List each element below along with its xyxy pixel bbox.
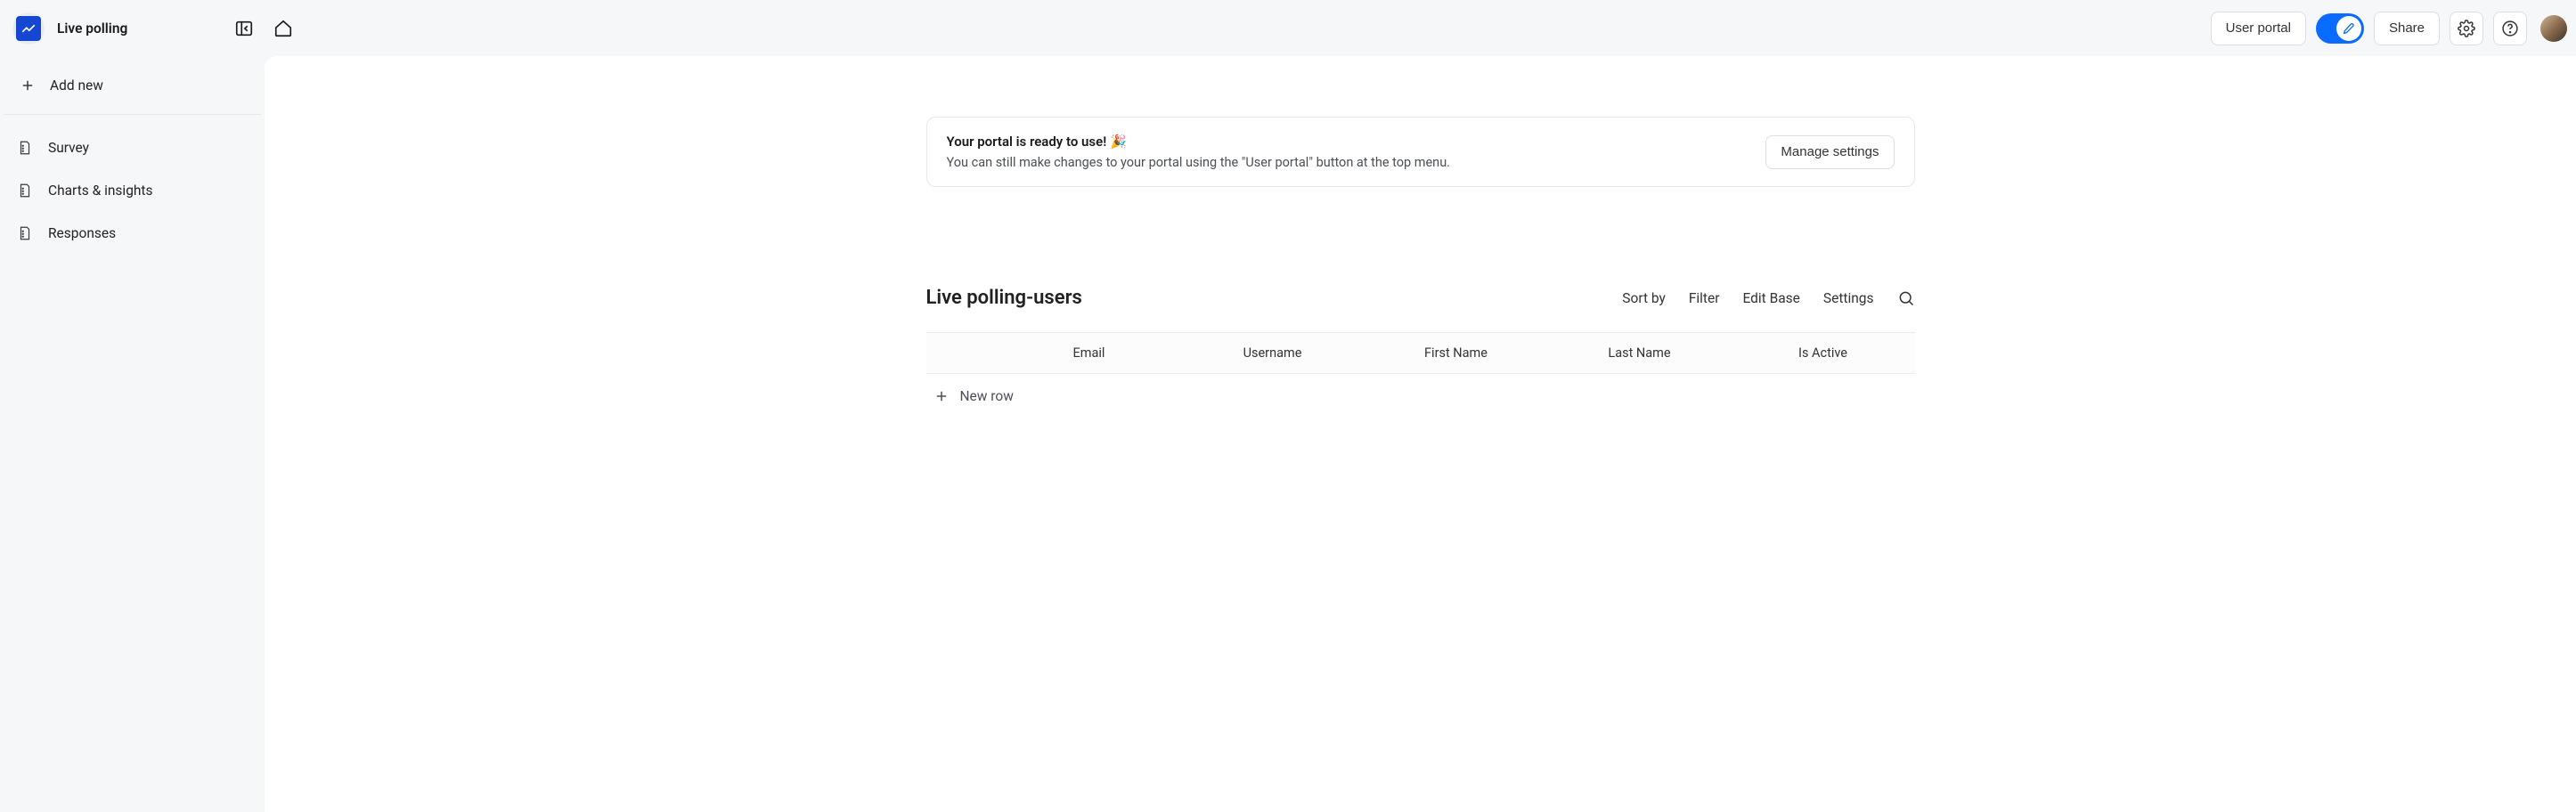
settings-button[interactable] bbox=[2450, 12, 2483, 45]
column-header[interactable]: Username bbox=[1181, 333, 1365, 373]
panel-left-close-icon bbox=[234, 19, 254, 38]
sidebar: Add new Survey bbox=[0, 56, 265, 812]
search-icon bbox=[1897, 289, 1915, 307]
sidebar-item-label: Survey bbox=[48, 140, 89, 156]
column-header[interactable]: First Name bbox=[1365, 333, 1548, 373]
banner-description: You can still make changes to your porta… bbox=[947, 155, 1749, 170]
document-icon bbox=[17, 182, 33, 199]
document-icon bbox=[17, 139, 33, 157]
manage-settings-button[interactable]: Manage settings bbox=[1765, 135, 1894, 169]
home-icon bbox=[273, 19, 293, 38]
topbar: Live polling User portal bbox=[0, 0, 2576, 56]
table-header-row: Email Username First Name Last Name Is A… bbox=[926, 332, 1915, 374]
app-icon bbox=[12, 12, 45, 45]
users-table: Email Username First Name Last Name Is A… bbox=[926, 332, 1915, 418]
sidebar-item-charts[interactable]: Charts & insights bbox=[4, 172, 261, 209]
manage-settings-label: Manage settings bbox=[1781, 144, 1879, 159]
user-portal-label: User portal bbox=[2226, 20, 2291, 36]
add-new-label: Add new bbox=[50, 77, 103, 93]
gear-icon bbox=[2458, 20, 2475, 37]
app-title: Live polling bbox=[57, 20, 127, 37]
document-icon bbox=[17, 224, 33, 242]
table-settings-action[interactable]: Settings bbox=[1823, 290, 1874, 306]
brand: Live polling bbox=[12, 12, 173, 45]
table-search-button[interactable] bbox=[1897, 289, 1915, 307]
edit-base-action[interactable]: Edit Base bbox=[1742, 290, 1799, 306]
collapse-sidebar-button[interactable] bbox=[228, 12, 260, 45]
banner-title: Your portal is ready to use! 🎉 bbox=[947, 134, 1749, 150]
avatar[interactable] bbox=[2540, 15, 2567, 42]
home-button[interactable] bbox=[267, 12, 299, 45]
table-title: Live polling-users bbox=[926, 287, 1623, 309]
main-panel: Your portal is ready to use! 🎉 You can s… bbox=[265, 56, 2576, 812]
column-header[interactable]: Last Name bbox=[1548, 333, 1732, 373]
sidebar-item-survey[interactable]: Survey bbox=[4, 129, 261, 166]
sort-by-action[interactable]: Sort by bbox=[1622, 290, 1666, 306]
sidebar-item-responses[interactable]: Responses bbox=[4, 215, 261, 252]
user-portal-button[interactable]: User portal bbox=[2211, 12, 2306, 45]
filter-action[interactable]: Filter bbox=[1689, 290, 1720, 306]
sidebar-item-label: Responses bbox=[48, 225, 116, 241]
edit-mode-toggle[interactable] bbox=[2316, 13, 2364, 44]
portal-ready-banner: Your portal is ready to use! 🎉 You can s… bbox=[926, 117, 1915, 187]
column-header[interactable]: Is Active bbox=[1732, 333, 1915, 373]
chart-line-icon bbox=[20, 20, 37, 37]
share-button[interactable]: Share bbox=[2374, 12, 2440, 45]
sidebar-item-label: Charts & insights bbox=[48, 183, 153, 199]
new-row-label: New row bbox=[960, 388, 1014, 404]
plus-icon bbox=[933, 388, 950, 404]
help-button[interactable] bbox=[2493, 12, 2527, 45]
add-new-button[interactable]: Add new bbox=[4, 56, 261, 115]
help-icon bbox=[2501, 20, 2519, 37]
plus-icon bbox=[20, 77, 36, 93]
column-header[interactable]: Email bbox=[998, 333, 1181, 373]
pencil-icon bbox=[2342, 21, 2356, 36]
new-row-button[interactable]: New row bbox=[926, 374, 1915, 418]
share-label: Share bbox=[2389, 20, 2425, 36]
